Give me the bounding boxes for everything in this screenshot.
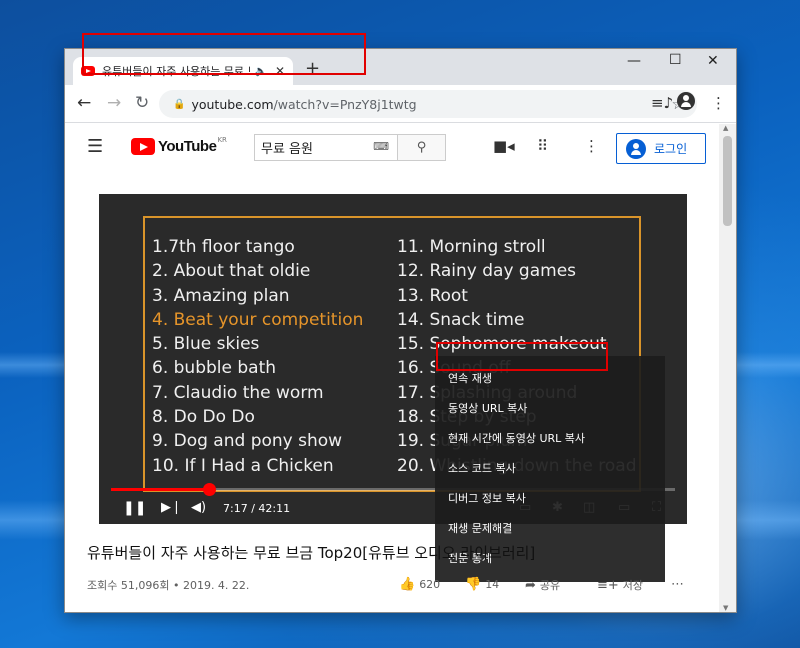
tracklist-left: 1.7th floor tango 2. About that oldie 3. A… [152, 235, 363, 478]
track-item: 7. Claudio the worm [152, 382, 324, 403]
window-close-icon[interactable]: ✕ [707, 53, 719, 69]
save-label: 저장 [622, 579, 644, 592]
track-item: 6. bubble bath [152, 358, 277, 379]
menu-highlight-box [436, 342, 608, 371]
more-options-icon[interactable]: ⋮ [584, 137, 599, 155]
minimize-icon[interactable]: — [627, 53, 641, 69]
maximize-icon[interactable]: ☐ [669, 52, 682, 68]
create-video-icon[interactable]: ■◂ [493, 137, 515, 155]
view-count-date: 조회수 51,096회 • 2019. 4. 22. [87, 579, 250, 592]
dislike-count: 14 [485, 578, 500, 591]
back-arrow-icon[interactable]: ← [77, 93, 91, 113]
track-item: 8. Do Do Do [152, 407, 255, 428]
track-item: 4. Beat your competition [152, 309, 364, 330]
youtube-logo-text: YouTube [158, 138, 217, 155]
menu-item-troubleshoot[interactable]: 재생 문제해결 [448, 520, 512, 536]
address-bar[interactable]: 🔒 youtube.com/watch?v=PnzY8j1twtg ☆ [159, 90, 697, 118]
browser-menu-icon[interactable]: ⋮ [711, 94, 726, 112]
login-label: 로그인 [654, 142, 688, 156]
url-host: youtube.com [191, 96, 274, 112]
scroll-up-arrow-icon[interactable]: ▲ [723, 124, 728, 132]
menu-item-copy-embed[interactable]: 소스 코드 복사 [448, 460, 516, 476]
volume-icon[interactable]: ◀) [191, 500, 206, 515]
next-icon[interactable]: ▶❘ [161, 500, 182, 515]
search-button[interactable]: ⚲ [398, 134, 446, 161]
keyboard-icon[interactable]: ⌨ [373, 140, 389, 153]
search-icon: ⚲ [416, 140, 427, 155]
media-control-icon[interactable]: ≡♪ [651, 94, 673, 112]
search-input[interactable]: 무료 음원 ⌨ [254, 134, 398, 161]
video-title: 유튜버들이 자주 사용하는 무료 브금 Top20[유튜브 오디오 라이브러리] [87, 544, 536, 562]
track-item: 12. Rainy day games [397, 261, 577, 282]
save-button[interactable]: ≡+ 저장 [597, 577, 643, 593]
like-button[interactable]: 👍 620 [399, 577, 440, 592]
share-arrow-icon: ➦ [525, 578, 536, 593]
scrubber-handle[interactable] [202, 483, 216, 496]
track-item: 14. Snack time [397, 309, 525, 330]
menu-item-copy-url[interactable]: 동영상 URL 복사 [448, 400, 527, 416]
share-label: 공유 [539, 579, 561, 592]
thumbs-up-icon: 👍 [399, 577, 416, 592]
login-button[interactable]: 로그인 [616, 133, 706, 164]
forward-arrow-icon[interactable]: → [107, 93, 121, 113]
youtube-page: ☰ YouTube KR 무료 음원 ⌨ ⚲ ■◂ ⠿ ⋮ 로그인 1.7th … [65, 124, 719, 612]
playlist-add-icon: ≡+ [597, 578, 619, 593]
more-actions-icon[interactable]: ⋯ [671, 577, 684, 592]
track-item: 1.7th floor tango [152, 237, 295, 257]
dislike-button[interactable]: 👎 14 [465, 577, 499, 592]
thumbs-down-icon: 👎 [465, 577, 482, 592]
share-button[interactable]: ➦ 공유 [525, 577, 560, 593]
search-value: 무료 음원 [261, 142, 313, 157]
time-display: 7:17 / 42:11 [223, 502, 291, 515]
track-item: 9. Dog and pony show [152, 431, 343, 452]
lock-icon: 🔒 [173, 98, 186, 110]
reload-icon[interactable]: ↻ [135, 93, 149, 113]
track-item: 2. About that oldie [152, 261, 311, 282]
menu-item-loop[interactable]: 연속 재생 [448, 370, 492, 386]
scroll-down-arrow-icon[interactable]: ▼ [723, 604, 728, 612]
youtube-logo[interactable]: YouTube KR [131, 135, 227, 155]
scroll-thumb[interactable] [723, 136, 732, 226]
track-item: 5. Blue skies [152, 334, 260, 355]
url-path: /watch?v=PnzY8j1twtg [273, 96, 417, 112]
menu-item-copy-debug[interactable]: 디버그 정보 복사 [448, 490, 526, 506]
browser-toolbar: ← → ↻ 🔒 youtube.com/watch?v=PnzY8j1twtg … [65, 85, 736, 123]
menu-item-copy-url-time[interactable]: 현재 시간에 동영상 URL 복사 [448, 430, 585, 446]
track-item: 3. Amazing plan [152, 285, 290, 306]
youtube-header: ☰ YouTube KR 무료 음원 ⌨ ⚲ ■◂ ⠿ ⋮ 로그인 [65, 124, 719, 170]
progress-played [111, 488, 209, 491]
browser-window: 유튜버들이 자주 사용하는 무료 브금 🔈 ✕ + — ☐ ✕ ← → ↻ 🔒 … [64, 48, 737, 613]
page-scrollbar[interactable]: ▲ ▼ [719, 124, 736, 612]
hamburger-menu-icon[interactable]: ☰ [87, 136, 103, 157]
track-item: 10. If I Had a Chicken [152, 455, 334, 476]
pause-icon[interactable]: ❚❚ [123, 500, 146, 516]
account-icon [626, 138, 646, 159]
track-item: 11. Morning stroll [397, 237, 546, 257]
youtube-play-icon [131, 138, 155, 155]
profile-icon[interactable] [677, 92, 695, 110]
track-item: 13. Root [397, 285, 468, 306]
like-count: 620 [419, 578, 441, 591]
address-highlight-box [82, 33, 366, 75]
apps-grid-icon[interactable]: ⠿ [537, 137, 548, 155]
region-label: KR [217, 135, 227, 144]
